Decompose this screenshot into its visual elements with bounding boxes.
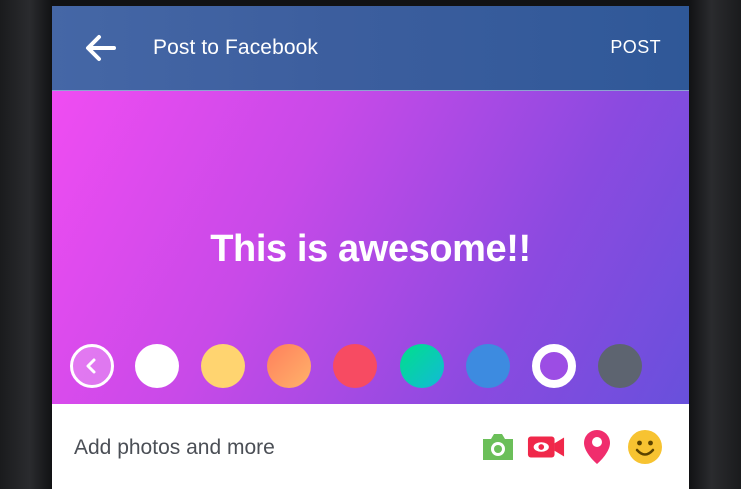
collapse-swatches-button[interactable] [70, 344, 114, 388]
background-swatch-row [70, 344, 689, 392]
post-button[interactable]: POST [610, 37, 661, 58]
feeling-button[interactable] [626, 428, 664, 466]
back-button[interactable] [80, 30, 120, 66]
live-video-icon [527, 436, 565, 458]
back-arrow-icon [86, 35, 116, 61]
photo-button[interactable] [479, 428, 517, 466]
check-in-button[interactable] [578, 428, 616, 466]
post-text[interactable]: This is awesome!! [52, 228, 689, 271]
live-video-button[interactable] [527, 428, 565, 466]
chevron-left-icon [86, 358, 96, 374]
camera-icon [483, 434, 513, 460]
smiley-icon [628, 430, 662, 464]
white-swatch[interactable] [135, 344, 179, 388]
teal-swatch[interactable] [400, 344, 444, 388]
slate-swatch[interactable] [598, 344, 642, 388]
location-pin-icon [584, 430, 610, 464]
selected-purple-swatch[interactable] [532, 344, 576, 388]
app-header: Post to Facebook POST [52, 6, 689, 91]
post-composer[interactable]: This is awesome!! [52, 91, 689, 404]
blue-swatch[interactable] [466, 344, 510, 388]
page-title: Post to Facebook [153, 36, 319, 59]
attachment-bar: Add photos and more [52, 404, 689, 489]
phone-screen: Post to Facebook POST This is awesome!! … [52, 6, 689, 489]
red-swatch[interactable] [333, 344, 377, 388]
yellow-swatch[interactable] [201, 344, 245, 388]
add-photos-label[interactable]: Add photos and more [74, 436, 275, 460]
orange-swatch[interactable] [267, 344, 311, 388]
